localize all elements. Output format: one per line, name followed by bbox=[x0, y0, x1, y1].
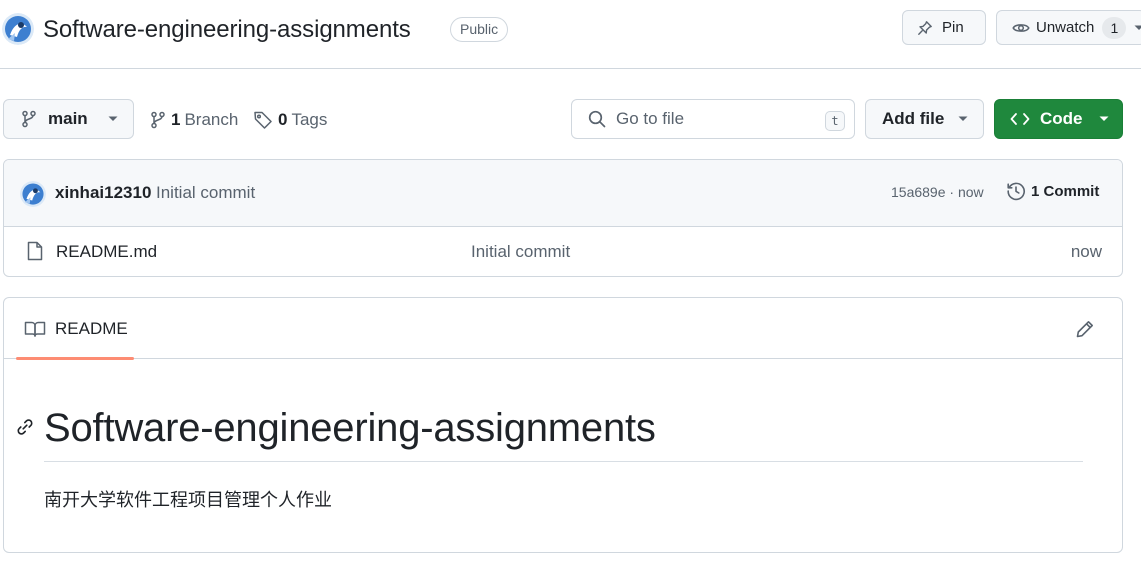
file-browser: xinhai12310 Initial commit 15a689e · now… bbox=[3, 159, 1123, 277]
latest-commit-bar: xinhai12310 Initial commit 15a689e · now… bbox=[4, 160, 1122, 227]
add-file-button[interactable]: Add file bbox=[865, 99, 984, 139]
active-tab-indicator bbox=[16, 357, 134, 360]
current-branch: main bbox=[48, 109, 88, 128]
pencil-icon[interactable] bbox=[1075, 319, 1095, 339]
file-commit-message[interactable]: Initial commit bbox=[471, 242, 570, 262]
code-label: Code bbox=[1040, 109, 1083, 128]
chevron-down-icon bbox=[1099, 116, 1109, 122]
code-icon bbox=[1010, 112, 1030, 126]
visibility-badge: Public bbox=[450, 17, 509, 42]
heading-divider bbox=[44, 461, 1083, 462]
readme-heading: Software-engineering-assignments bbox=[44, 406, 656, 450]
commit-author[interactable]: xinhai12310 bbox=[55, 183, 151, 203]
branches-label: Branch bbox=[184, 110, 239, 129]
readme-tabbar: README bbox=[4, 298, 1122, 360]
git-branch-icon bbox=[21, 110, 37, 128]
book-icon bbox=[24, 320, 46, 338]
file-icon bbox=[26, 241, 44, 261]
git-branch-icon bbox=[150, 111, 166, 129]
file-age: now bbox=[1070, 242, 1102, 261]
owner-avatar[interactable] bbox=[2, 13, 34, 45]
watchers-count: 1 bbox=[1102, 16, 1127, 39]
tags-link[interactable]: 0 Tags bbox=[253, 108, 327, 132]
chevron-down-icon bbox=[958, 116, 968, 122]
branches-link[interactable]: 1 Branch bbox=[150, 108, 238, 132]
go-to-file-search[interactable]: t bbox=[571, 99, 855, 139]
repo-header: Software-engineering-assignments Public … bbox=[0, 0, 1141, 69]
file-name-link[interactable]: README.md bbox=[56, 242, 157, 262]
add-file-label: Add file bbox=[882, 109, 945, 128]
tags-label: Tags bbox=[291, 110, 328, 129]
link-icon[interactable] bbox=[15, 417, 35, 437]
unwatch-label: Unwatch bbox=[1036, 19, 1095, 36]
readme-tab-label: README bbox=[55, 318, 128, 338]
chevron-down-icon bbox=[108, 116, 118, 122]
code-button[interactable]: Code bbox=[994, 99, 1123, 139]
eye-icon bbox=[1012, 20, 1030, 36]
branch-selector[interactable]: main bbox=[3, 99, 134, 139]
pin-icon bbox=[917, 20, 933, 36]
keyboard-shortcut-hint: t bbox=[825, 111, 845, 131]
chevron-down-icon bbox=[1134, 25, 1141, 31]
commit-count: 1 Commit bbox=[1031, 182, 1100, 200]
tab-readme[interactable]: README bbox=[16, 298, 134, 360]
readme-paragraph: 南开大学软件工程项目管理个人作业 bbox=[44, 490, 332, 511]
pin-button[interactable]: Pin bbox=[902, 10, 986, 45]
repo-name[interactable]: Software-engineering-assignments bbox=[43, 14, 411, 46]
readme-panel: README Software-engineering-assignments … bbox=[3, 297, 1123, 553]
unwatch-button[interactable]: Unwatch 1 bbox=[996, 10, 1141, 45]
tag-icon bbox=[253, 110, 273, 130]
history-icon bbox=[1006, 181, 1026, 201]
pin-label: Pin bbox=[942, 19, 964, 36]
tags-count: 0 bbox=[278, 110, 288, 129]
commit-hash-time[interactable]: 15a689e · now bbox=[891, 184, 984, 200]
commit-message[interactable]: Initial commit bbox=[156, 183, 255, 203]
branches-count: 1 bbox=[171, 110, 181, 129]
search-icon bbox=[588, 110, 606, 128]
author-avatar[interactable] bbox=[20, 181, 46, 207]
commit-history-link[interactable]: 1 Commit bbox=[1006, 181, 1099, 201]
search-input[interactable] bbox=[616, 109, 816, 129]
file-row[interactable]: README.md Initial commit now bbox=[4, 227, 1122, 276]
